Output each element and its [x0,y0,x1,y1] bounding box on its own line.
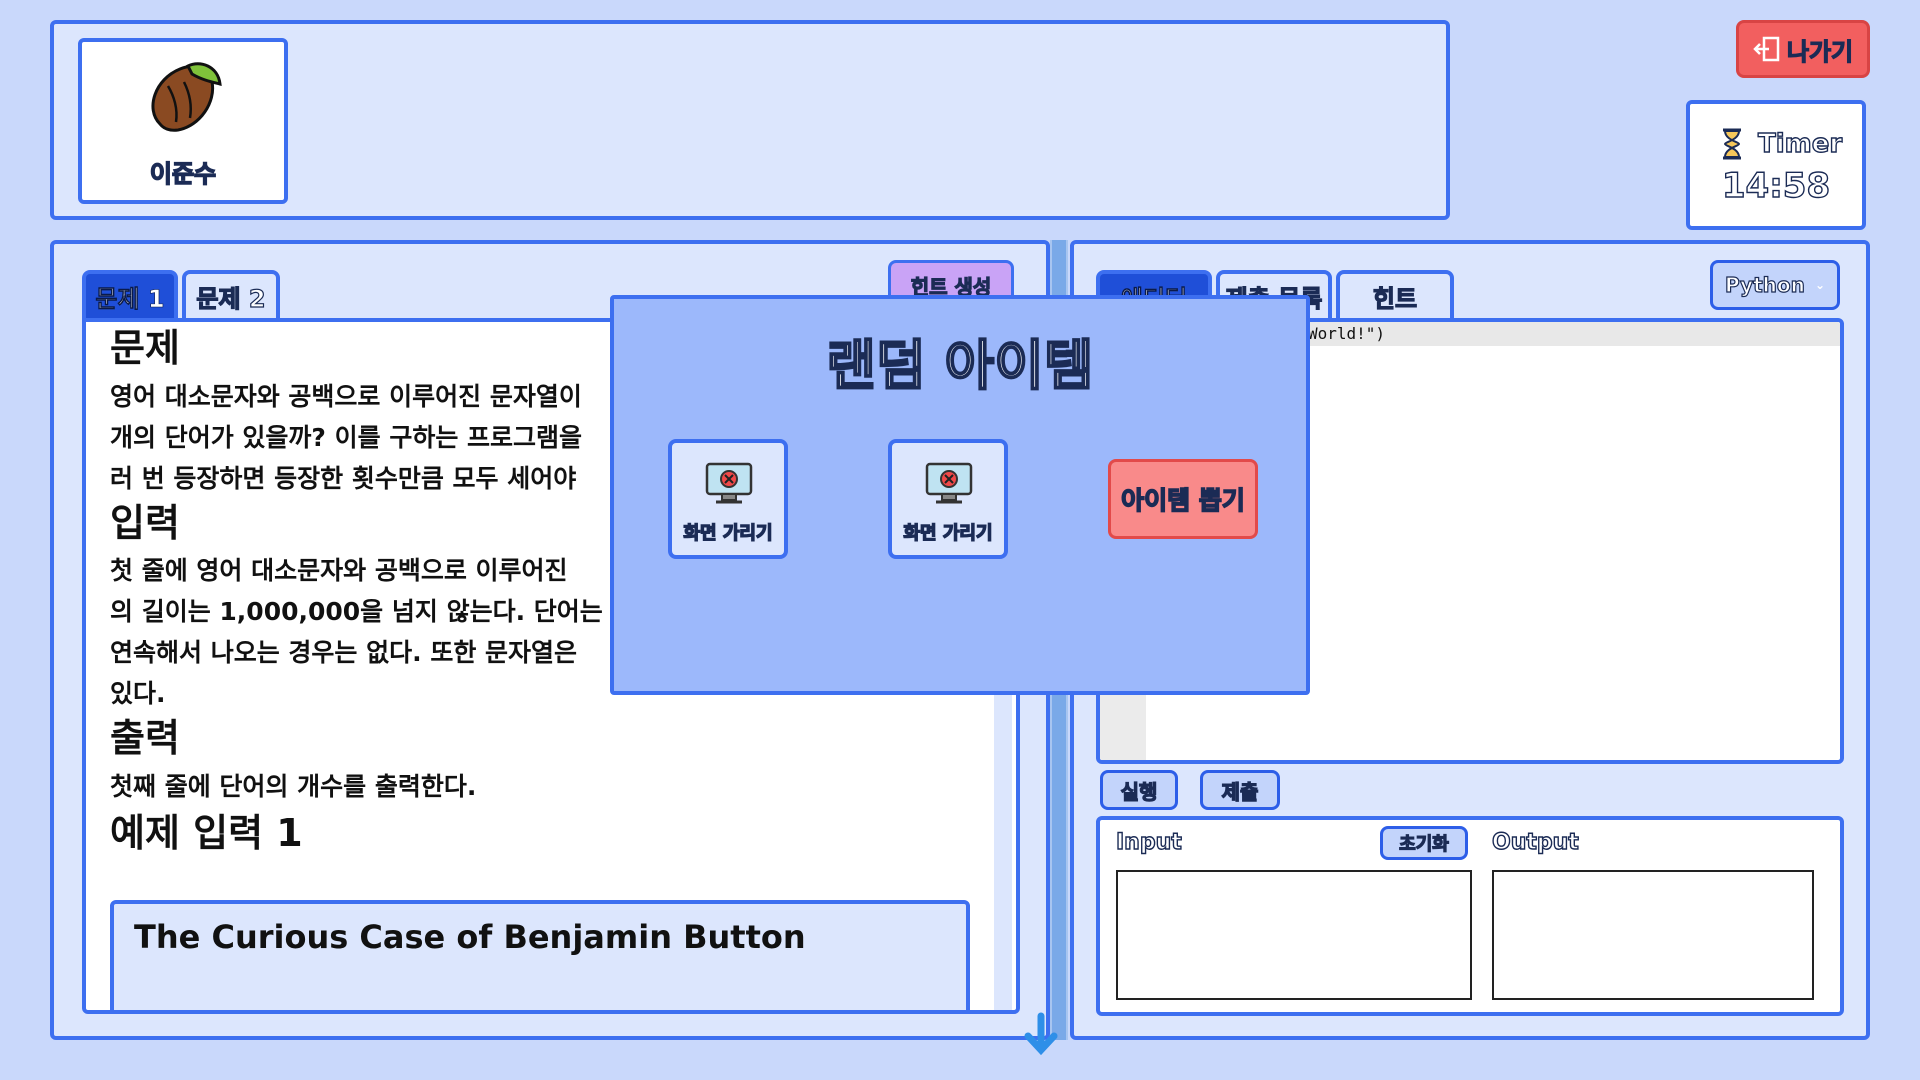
player-name: 이준수 [149,159,217,188]
top-player-panel: 이준수 [50,20,1450,220]
io-panel: Input 초기화 Output [1096,816,1844,1016]
input-title: 입력 [110,500,180,545]
example-title: 예제 입력 1 [110,810,303,855]
output-title: 출력 [110,716,180,761]
hourglass-icon [1723,128,1741,160]
modal-title: 랜덤 아이템 [825,333,1094,398]
reset-button[interactable]: 초기화 [1380,826,1468,860]
seed-icon [151,62,222,132]
input-desc-line: 있다. [110,679,166,709]
item-label: 화면 가리기 [903,522,993,544]
exit-label: 나가기 [1786,37,1854,66]
example-input-box: The Curious Case of Benjamin Button [110,900,970,1010]
item-label: 화면 가리기 [683,522,773,544]
tab-hint[interactable]: 힌트 [1336,270,1454,318]
language-select[interactable]: Python ⌄ [1710,260,1840,310]
example-input-text: The Curious Case of Benjamin Button [134,918,806,956]
output-area [1492,870,1814,1000]
tab-problem-1[interactable]: 문제 1 [82,270,178,318]
timer-box: Timer 14:58 [1686,100,1866,230]
run-button[interactable]: 실행 [1100,770,1178,810]
timer-header: Timer [1720,128,1843,160]
problem-text-block: 문제 영어 대소문자와 공백으로 이루어진 문자열이 개의 단어가 있을까? 이… [110,326,603,856]
tab-problem-2[interactable]: 문제 2 [182,270,280,318]
timer-label: Timer [1757,128,1843,159]
monitor-error-icon [925,462,973,504]
submit-button[interactable]: 제출 [1200,770,1280,810]
output-desc-line: 첫째 줄에 단어의 개수를 출력한다. [110,771,477,801]
code-line: World!") [1308,324,1386,343]
problem-body-line: 개의 단어가 있을까? 이를 구하는 프로그램을 [110,422,583,452]
input-desc-line: 첫 줄에 영어 대소문자와 공백으로 이루어진 [110,556,568,586]
timer-value: 14:58 [1721,165,1831,206]
input-desc-line: 연속해서 나오는 경우는 없다. 또한 문자열은 [110,638,578,668]
exit-door-icon [1753,36,1780,62]
problem-body-line: 영어 대소문자와 공백으로 이루어진 문자열이 [110,381,582,411]
input-label: Input [1115,829,1182,855]
problem-body-line: 러 번 등장하면 등장한 횟수만큼 모두 세어야 [110,463,577,493]
chevron-down-icon: ⌄ [1814,278,1825,292]
random-item-modal: 랜덤 아이템 화면 가리기 화면 가리기 아이템 뽑기 [610,295,1310,695]
language-value: Python [1724,272,1805,297]
player-card: 이준수 [78,38,288,204]
monitor-error-icon [705,462,753,504]
exit-button[interactable]: 나가기 [1736,20,1870,78]
problem-title: 문제 [110,326,180,370]
output-label: Output [1491,829,1579,855]
draw-item-button[interactable]: 아이템 뽑기 [1108,459,1258,539]
item-card-screen-cover[interactable]: 화면 가리기 [888,439,1008,559]
item-card-screen-cover[interactable]: 화면 가리기 [668,439,788,559]
input-desc-line: 의 길이는 1,000,000을 넘지 않는다. 단어는 [110,597,603,627]
input-textarea[interactable] [1116,870,1472,1000]
arrow-down-icon[interactable] [1022,1012,1060,1058]
